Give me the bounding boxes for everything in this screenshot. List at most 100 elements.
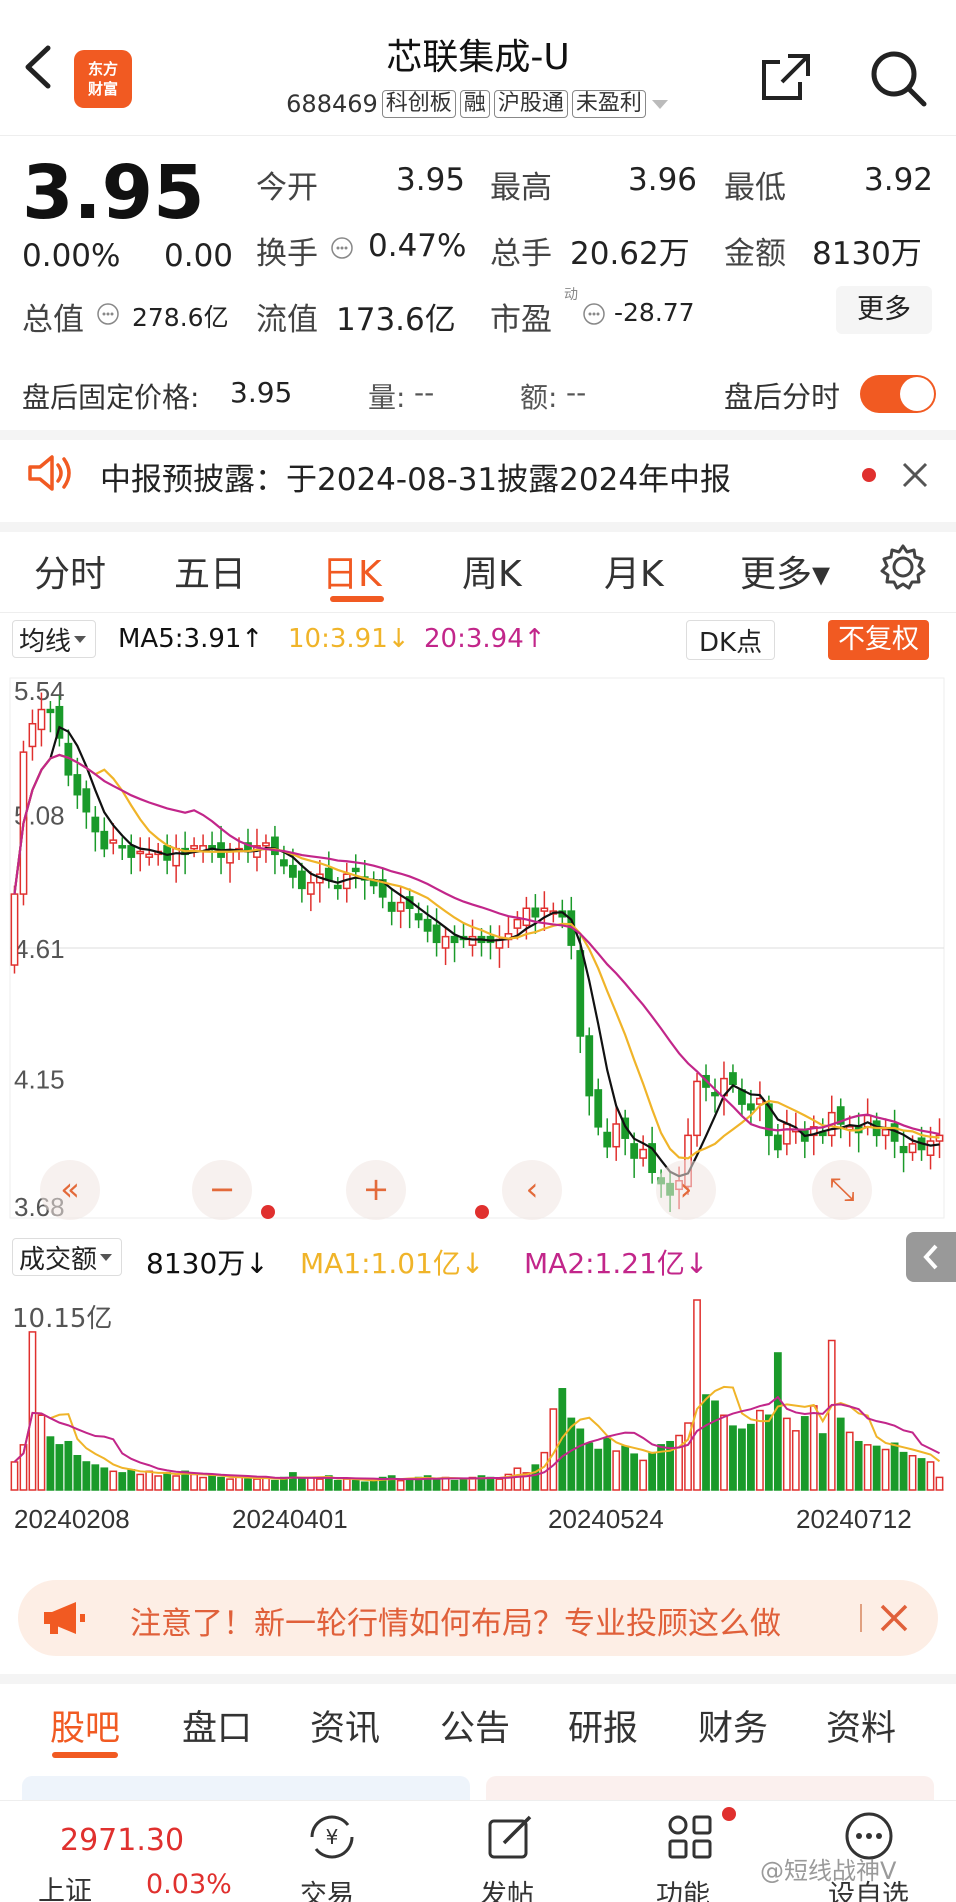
footer-item-function[interactable]: 功能 — [656, 1873, 710, 1902]
tab-guba[interactable]: 股吧 — [50, 1700, 120, 1751]
kline-chart[interactable]: 5.545.084.614.153.68« − + ‹ › ⤡20240208 202404… — [0, 612, 956, 1532]
caret-down-icon — [100, 1254, 113, 1261]
volume-bar — [262, 1476, 270, 1491]
volume-bar — [800, 1416, 809, 1491]
candle-body — [289, 864, 297, 878]
chart-nav-icon: ⤡ — [829, 1170, 855, 1208]
candle-body — [585, 1035, 594, 1097]
volume-bar — [289, 1472, 297, 1491]
search-icon[interactable] — [868, 48, 930, 110]
footer-item-post[interactable]: 发帖 — [480, 1873, 534, 1902]
x-tick-label: 20240208 — [14, 1504, 130, 1532]
vol-max-label: 10.15亿 — [12, 1304, 113, 1334]
volume-bar — [630, 1453, 639, 1491]
trade-icon[interactable]: ¥ — [304, 1811, 360, 1863]
info-icon[interactable] — [330, 236, 354, 260]
high-value: 3.96 — [628, 162, 698, 198]
candle-body — [693, 1080, 701, 1137]
candle-body — [908, 1143, 917, 1154]
chart-nav-icon: « — [60, 1170, 80, 1208]
volume-bar — [450, 1479, 459, 1491]
collapse-panel-button[interactable] — [906, 1232, 956, 1282]
tab-more[interactable]: 更多▾ — [740, 545, 830, 597]
volume-bar — [531, 1464, 540, 1491]
tab-yuek[interactable]: 月K — [604, 545, 664, 597]
compose-icon[interactable] — [484, 1811, 538, 1863]
notice-text[interactable]: 中报预披露：于2024-08-31披露2024年中报 — [100, 454, 731, 499]
caret-down-icon — [651, 100, 668, 109]
open-value: 3.95 — [396, 162, 466, 198]
change-pct: 0.00% — [22, 238, 121, 274]
more-quote-button[interactable]: 更多 — [836, 286, 932, 334]
active-tab-indicator — [52, 1752, 118, 1758]
volume-bar — [100, 1467, 109, 1491]
watermark: @短线战神V — [760, 1857, 897, 1885]
tab-zixun[interactable]: 资讯 — [310, 1700, 380, 1751]
candle-body — [280, 859, 288, 867]
vol-value: 8130万↓ — [146, 1247, 269, 1280]
tab-gonggao[interactable]: 公告 — [440, 1700, 510, 1751]
tab-wuri[interactable]: 五日 — [174, 545, 246, 597]
info-icon[interactable] — [582, 302, 606, 326]
volume-bar — [702, 1394, 710, 1491]
after-hours-toggle-label: 盘后分时 — [724, 380, 841, 414]
stock-subtitle[interactable]: 688469 科创板 融 沪股通 未盈利 — [0, 90, 956, 118]
footer-item-trade[interactable]: 交易 — [300, 1873, 354, 1902]
volume-bar — [486, 1476, 495, 1491]
candle-body — [729, 1072, 737, 1086]
volume-bar — [64, 1440, 73, 1491]
low-value: 3.92 — [864, 162, 934, 198]
info-icon[interactable] — [96, 302, 120, 326]
volume-bar — [764, 1414, 773, 1491]
ad-text[interactable]: 注意了！新一轮行情如何布局？专业投顾这么做 — [130, 1598, 850, 1638]
candle-body — [899, 1145, 908, 1154]
tab-fenshi[interactable]: 分时 — [34, 545, 106, 597]
grid-icon[interactable] — [664, 1811, 718, 1863]
close-icon[interactable] — [900, 460, 930, 490]
after-hours-vol-label: 量: — [368, 381, 406, 414]
volume-bar — [172, 1475, 181, 1491]
close-icon[interactable] — [878, 1602, 910, 1634]
gear-icon[interactable] — [878, 542, 928, 592]
volume-bar — [459, 1478, 468, 1491]
volume-bar — [908, 1454, 917, 1491]
volume-bar — [127, 1469, 136, 1491]
volume-bar — [773, 1352, 782, 1491]
volume-bar — [145, 1470, 154, 1491]
candle-body — [594, 1089, 603, 1128]
index-value[interactable]: 2971.30 — [60, 1823, 184, 1858]
volume-bar — [585, 1442, 594, 1491]
candle-body — [351, 867, 360, 873]
candle-body — [262, 842, 270, 847]
volume-bar — [37, 1414, 46, 1491]
candle-body — [612, 1123, 621, 1148]
volume-bar — [747, 1423, 755, 1491]
stock-title: 芯联集成-U — [386, 37, 570, 78]
volume-bar — [890, 1442, 899, 1491]
low-label: 最低 — [724, 170, 786, 206]
tab-caiwu[interactable]: 财务 — [698, 1700, 768, 1751]
volume-bar — [845, 1431, 854, 1491]
candle-body — [28, 722, 37, 748]
tab-ziliao[interactable]: 资料 — [826, 1700, 896, 1751]
y-tick-label: 5.54 — [14, 676, 65, 706]
vol-selector[interactable]: 成交额 — [12, 1238, 123, 1276]
tag-kechuang: 科创板 — [381, 90, 456, 118]
candle-body — [91, 816, 100, 833]
volume-label: 总手 — [490, 236, 552, 272]
tab-pankou[interactable]: 盘口 — [182, 1700, 252, 1751]
tab-yanbao[interactable]: 研报 — [568, 1700, 638, 1751]
candle-body — [271, 836, 279, 856]
share-icon[interactable] — [760, 52, 812, 102]
candle-body — [773, 1134, 782, 1151]
candle-body — [441, 935, 450, 949]
vol-selector-label: 成交额 — [19, 1244, 98, 1275]
svg-text:¥: ¥ — [326, 1825, 339, 1849]
turnover-label: 换手 — [256, 236, 318, 272]
amount-label: 金额 — [724, 236, 786, 272]
volume-bar — [612, 1450, 621, 1491]
tab-zhouk[interactable]: 周K — [462, 545, 522, 597]
tab-rik[interactable]: 日K — [322, 545, 382, 597]
volume-bar — [253, 1478, 261, 1491]
candle-body — [711, 1092, 719, 1097]
